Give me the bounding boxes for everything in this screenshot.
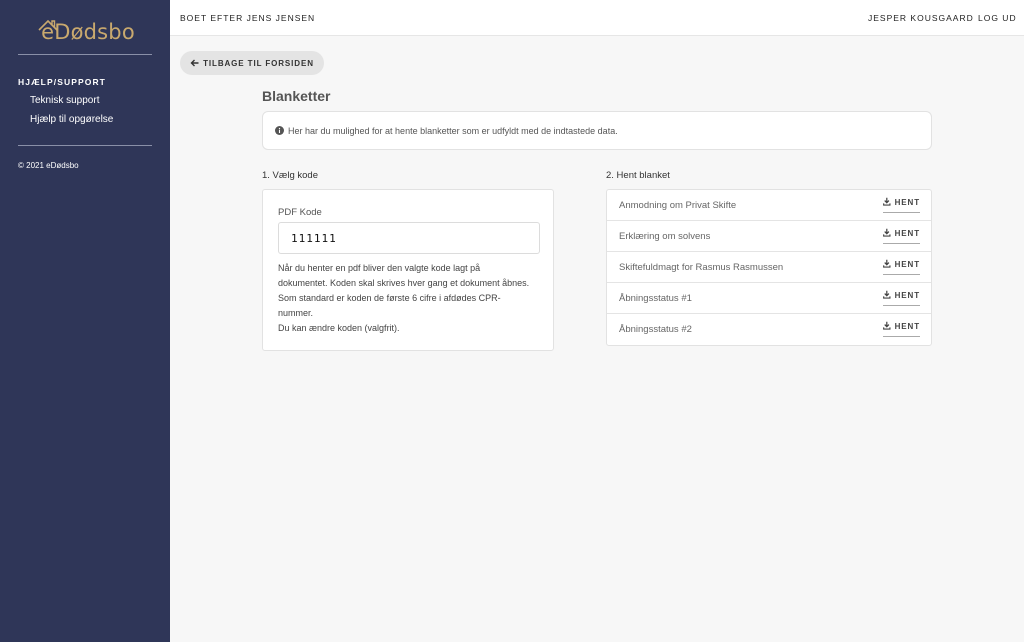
download-button-label: HENT: [894, 198, 920, 207]
section-label-get-form: 2. Hent blanket: [606, 170, 670, 181]
sidebar-copyright: © 2021 eDødsbo: [18, 161, 79, 170]
help-line: nummer.: [278, 308, 314, 318]
download-button[interactable]: HENT: [883, 321, 920, 337]
form-row: Anmodning om Privat Skifte HENT: [607, 190, 931, 221]
form-row: Erklæring om solvens HENT: [607, 221, 931, 252]
info-box: Her har du mulighed for at hente blanket…: [262, 111, 932, 150]
sidebar-link-hjaelp-til-opgoerelse[interactable]: Hjælp til opgørelse: [30, 114, 113, 125]
download-button[interactable]: HENT: [883, 197, 920, 213]
help-line: Som standard er koden de første 6 cifre …: [278, 293, 501, 303]
form-row: Skiftefuldmagt for Rasmus Rasmussen HENT: [607, 252, 931, 283]
sidebar-divider: [18, 54, 152, 55]
estate-title: BOET EFTER JENS JENSEN: [180, 13, 316, 23]
code-card: PDF Kode Når du henter en pdf bliver den…: [262, 189, 554, 351]
info-circle-icon: [275, 126, 284, 135]
download-button[interactable]: HENT: [883, 228, 920, 244]
download-icon: [883, 228, 891, 237]
form-name: Skiftefuldmagt for Rasmus Rasmussen: [619, 262, 784, 273]
logout-link[interactable]: LOG UD: [978, 13, 1017, 23]
sidebar-divider: [18, 145, 152, 146]
user-name[interactable]: JESPER KOUSGAARD: [868, 13, 974, 23]
arrow-left-icon: [190, 59, 199, 67]
sidebar-heading: HJÆLP/SUPPORT: [18, 77, 106, 87]
top-bar: BOET EFTER JENS JENSEN JESPER KOUSGAARD …: [170, 0, 1024, 36]
sidebar-link-teknisk-support[interactable]: Teknisk support: [30, 95, 99, 106]
help-line: Når du henter en pdf bliver den valgte k…: [278, 263, 481, 273]
logo[interactable]: eDødsbo: [18, 14, 152, 50]
download-icon: [883, 290, 891, 299]
sidebar: eDødsbo HJÆLP/SUPPORT Teknisk support Hj…: [0, 0, 170, 642]
form-name: Anmodning om Privat Skifte: [619, 200, 737, 211]
download-button[interactable]: HENT: [883, 290, 920, 306]
form-name: Erklæring om solvens: [619, 231, 711, 242]
page-title: Blanketter: [262, 88, 331, 104]
back-button-label: TILBAGE TIL FORSIDEN: [203, 58, 314, 68]
form-row: Åbningsstatus #2 HENT: [607, 314, 931, 345]
form-name: Åbningsstatus #1: [619, 293, 692, 304]
download-button[interactable]: HENT: [883, 259, 920, 275]
form-list: Anmodning om Privat Skifte HENT Erklærin…: [606, 189, 932, 346]
form-name: Åbningsstatus #2: [619, 324, 692, 335]
download-icon: [883, 197, 891, 206]
form-row: Åbningsstatus #1 HENT: [607, 283, 931, 314]
download-button-label: HENT: [894, 260, 920, 269]
download-icon: [883, 259, 891, 268]
info-text: Her har du mulighed for at hente blanket…: [288, 125, 618, 136]
download-button-label: HENT: [894, 322, 920, 331]
house-logo-icon: [38, 19, 58, 31]
download-icon: [883, 321, 891, 330]
help-line: dokumentet. Koden skal skrives hver gang…: [278, 278, 530, 288]
code-help-text: Når du henter en pdf bliver den valgte k…: [278, 261, 546, 336]
pdf-code-label: PDF Kode: [278, 207, 322, 218]
download-button-label: HENT: [894, 229, 920, 238]
download-button-label: HENT: [894, 291, 920, 300]
help-line: Du kan ændre koden (valgfrit).: [278, 323, 400, 333]
section-label-choose-code: 1. Vælg kode: [262, 170, 318, 181]
pdf-code-input[interactable]: [278, 222, 540, 254]
back-to-frontpage-button[interactable]: TILBAGE TIL FORSIDEN: [180, 51, 324, 75]
